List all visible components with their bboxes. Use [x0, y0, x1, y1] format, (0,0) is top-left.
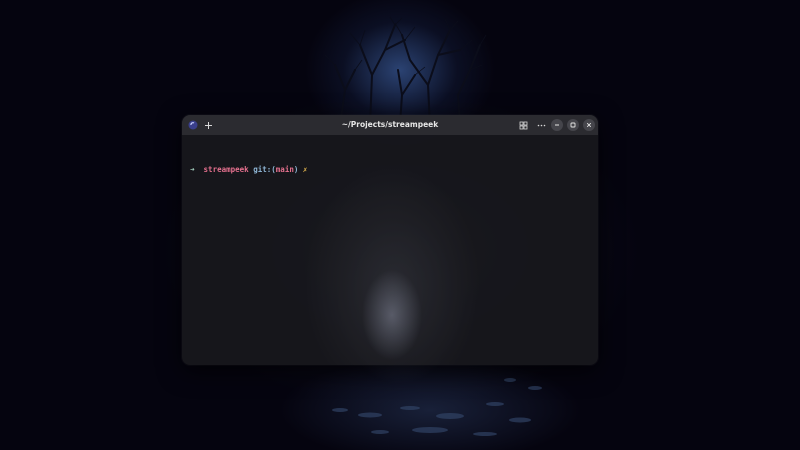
titlebar[interactable]: ~/Projects/streampeek — [182, 115, 598, 135]
prompt-arrow-icon: ➜ — [190, 165, 195, 174]
prompt-branch: main — [275, 165, 294, 174]
tab-overview-button[interactable] — [516, 118, 530, 132]
menu-button[interactable] — [534, 118, 548, 132]
prompt-line: ➜ streampeek git:(main) ✗ — [190, 164, 598, 175]
desktop-wallpaper: ~/Projects/streampeek ➜ streampeek git:(… — [0, 0, 800, 450]
minimize-icon — [555, 124, 559, 126]
wallpaper-ground — [332, 378, 542, 436]
grid-icon — [519, 121, 527, 129]
prompt-git-label: git: — [253, 165, 272, 174]
minimize-button[interactable] — [551, 119, 563, 131]
prompt-branch-close: ) — [293, 165, 299, 174]
ellipsis-icon — [537, 124, 545, 126]
maximize-button[interactable] — [567, 119, 579, 131]
prompt-directory: streampeek — [203, 165, 249, 174]
prompt-dirty-marker: ✗ — [302, 165, 308, 174]
close-icon — [586, 122, 592, 128]
wallpaper-trees — [324, 16, 487, 125]
terminal-output[interactable]: ➜ streampeek git:(main) ✗ — [182, 135, 598, 197]
terminal-window[interactable]: ~/Projects/streampeek ➜ streampeek git:(… — [182, 115, 598, 365]
maximize-icon — [570, 122, 576, 128]
close-button[interactable] — [583, 119, 595, 131]
